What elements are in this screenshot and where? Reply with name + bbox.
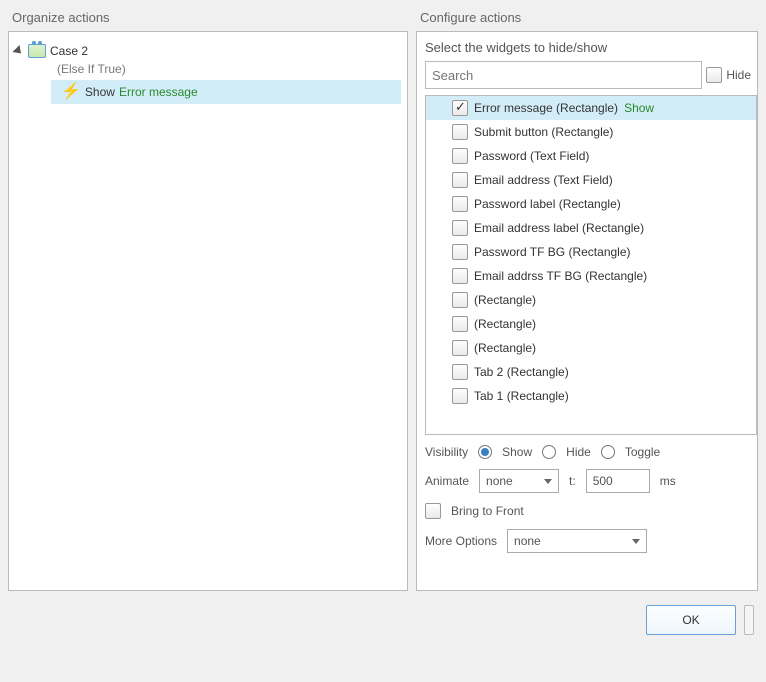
chevron-down-icon — [632, 539, 640, 544]
widget-checkbox[interactable] — [452, 124, 468, 140]
animate-value: none — [486, 474, 513, 488]
widget-row[interactable]: Error message (Rectangle) Show — [426, 96, 756, 120]
widget-checkbox[interactable] — [452, 172, 468, 188]
widget-row[interactable]: Tab 1 (Rectangle) — [426, 384, 756, 408]
widget-row[interactable]: Submit button (Rectangle) — [426, 120, 756, 144]
widget-checkbox[interactable] — [452, 340, 468, 356]
animate-label: Animate — [425, 474, 469, 488]
more-options-select[interactable]: none — [507, 529, 647, 553]
tree-case-row[interactable]: Case 2 — [15, 42, 401, 60]
action-target: Error message — [119, 85, 198, 99]
widget-label: Tab 1 (Rectangle) — [474, 389, 569, 403]
time-label: t: — [569, 474, 576, 488]
widget-label: Email address (Text Field) — [474, 173, 613, 187]
chevron-down-icon — [544, 479, 552, 484]
widget-row[interactable]: Email address label (Rectangle) — [426, 216, 756, 240]
hide-label: Hide — [726, 68, 751, 82]
case-condition: (Else If True) — [57, 62, 126, 76]
ok-button[interactable]: OK — [646, 605, 736, 635]
widgets-section-label: Select the widgets to hide/show — [417, 40, 757, 61]
action-verb: Show — [85, 85, 115, 99]
widget-checkbox[interactable] — [452, 220, 468, 236]
widget-label: Tab 2 (Rectangle) — [474, 365, 569, 379]
visibility-radio-show[interactable] — [478, 445, 492, 459]
widget-row[interactable]: Password (Text Field) — [426, 144, 756, 168]
more-options-label: More Options — [425, 534, 497, 548]
visibility-option-show: Show — [502, 445, 532, 459]
widget-label: Email addrss TF BG (Rectangle) — [474, 269, 647, 283]
widget-label: Password TF BG (Rectangle) — [474, 245, 631, 259]
widget-row[interactable]: Email addrss TF BG (Rectangle) — [426, 264, 756, 288]
configure-box: Select the widgets to hide/show Hide Err… — [416, 31, 758, 591]
bolt-icon: ⚡ — [61, 84, 81, 100]
animate-select[interactable]: none — [479, 469, 559, 493]
time-value: 500 — [593, 474, 613, 488]
ok-label: OK — [682, 613, 699, 627]
bring-front-checkbox[interactable] — [425, 503, 441, 519]
widget-row[interactable]: (Rectangle) — [426, 336, 756, 360]
widget-checkbox[interactable] — [452, 316, 468, 332]
widget-list[interactable]: Error message (Rectangle) Show Submit but… — [425, 95, 757, 435]
widget-checkbox[interactable] — [452, 388, 468, 404]
disclosure-triangle-icon[interactable] — [12, 45, 24, 57]
configure-panel: Configure actions Select the widgets to … — [416, 8, 758, 591]
animate-row: Animate none t: 500 ms — [425, 469, 749, 493]
more-options-row: More Options none — [425, 529, 749, 553]
organize-title: Organize actions — [8, 8, 408, 31]
tree-action-row[interactable]: ⚡ Show Error message — [51, 80, 401, 104]
dialog-footer: OK — [8, 591, 758, 639]
action-tree: Case 2 (Else If True) ⚡ Show Error messa… — [9, 40, 407, 106]
visibility-label: Visibility — [425, 445, 468, 459]
visibility-option-toggle: Toggle — [625, 445, 660, 459]
time-input[interactable]: 500 — [586, 469, 650, 493]
widget-label: Password (Text Field) — [474, 149, 589, 163]
widget-label: Error message (Rectangle) — [474, 101, 618, 115]
case-icon — [28, 44, 46, 58]
widget-row[interactable]: Password TF BG (Rectangle) — [426, 240, 756, 264]
widget-checkbox[interactable] — [452, 292, 468, 308]
widget-row[interactable]: Email address (Text Field) — [426, 168, 756, 192]
bring-front-row: Bring to Front — [425, 503, 749, 519]
configure-title: Configure actions — [416, 8, 758, 31]
visibility-radio-toggle[interactable] — [601, 445, 615, 459]
more-options-value: none — [514, 534, 541, 548]
widget-state: Show — [624, 101, 654, 115]
widget-row[interactable]: Tab 2 (Rectangle) — [426, 360, 756, 384]
organize-box: Case 2 (Else If True) ⚡ Show Error messa… — [8, 31, 408, 591]
widget-checkbox[interactable] — [452, 364, 468, 380]
bring-front-label: Bring to Front — [451, 504, 524, 518]
widget-label: Submit button (Rectangle) — [474, 125, 613, 139]
widget-row[interactable]: Password label (Rectangle) — [426, 192, 756, 216]
visibility-option-hide: Hide — [566, 445, 591, 459]
visibility-radio-hide[interactable] — [542, 445, 556, 459]
widget-label: Password label (Rectangle) — [474, 197, 621, 211]
case-label: Case 2 — [50, 44, 88, 58]
secondary-button[interactable] — [744, 605, 754, 635]
widget-checkbox[interactable] — [452, 268, 468, 284]
widget-row[interactable]: (Rectangle) — [426, 288, 756, 312]
organize-panel: Organize actions Case 2 (Else If True) ⚡… — [8, 8, 408, 591]
widget-label: (Rectangle) — [474, 341, 536, 355]
widget-checkbox[interactable] — [452, 196, 468, 212]
widget-label: (Rectangle) — [474, 293, 536, 307]
time-unit: ms — [660, 474, 676, 488]
widget-label: (Rectangle) — [474, 317, 536, 331]
widget-checkbox[interactable] — [452, 244, 468, 260]
hide-checkbox[interactable] — [706, 67, 722, 83]
widget-label: Email address label (Rectangle) — [474, 221, 644, 235]
widget-row[interactable]: (Rectangle) — [426, 312, 756, 336]
widget-checkbox[interactable] — [452, 148, 468, 164]
search-input[interactable] — [425, 61, 702, 89]
visibility-row: Visibility Show Hide Toggle — [425, 445, 749, 459]
tree-condition-row: (Else If True) — [15, 60, 401, 78]
widget-checkbox[interactable] — [452, 100, 468, 116]
